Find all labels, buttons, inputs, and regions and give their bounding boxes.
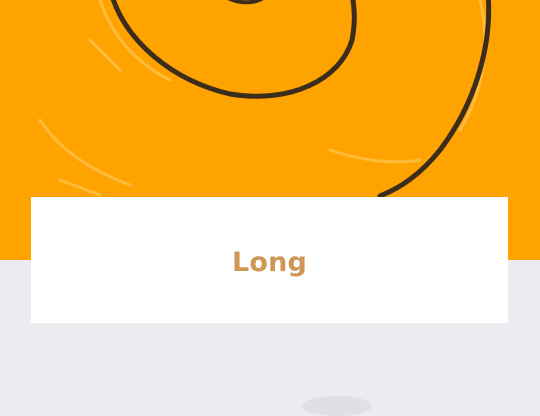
spiral-inner-stroke xyxy=(110,0,357,99)
next-item-peek xyxy=(302,396,372,416)
spiral-outer-stroke xyxy=(377,0,492,199)
title-card[interactable]: Long xyxy=(31,197,508,323)
spiral-center-stroke xyxy=(227,0,264,5)
card-title: Long xyxy=(231,246,308,278)
